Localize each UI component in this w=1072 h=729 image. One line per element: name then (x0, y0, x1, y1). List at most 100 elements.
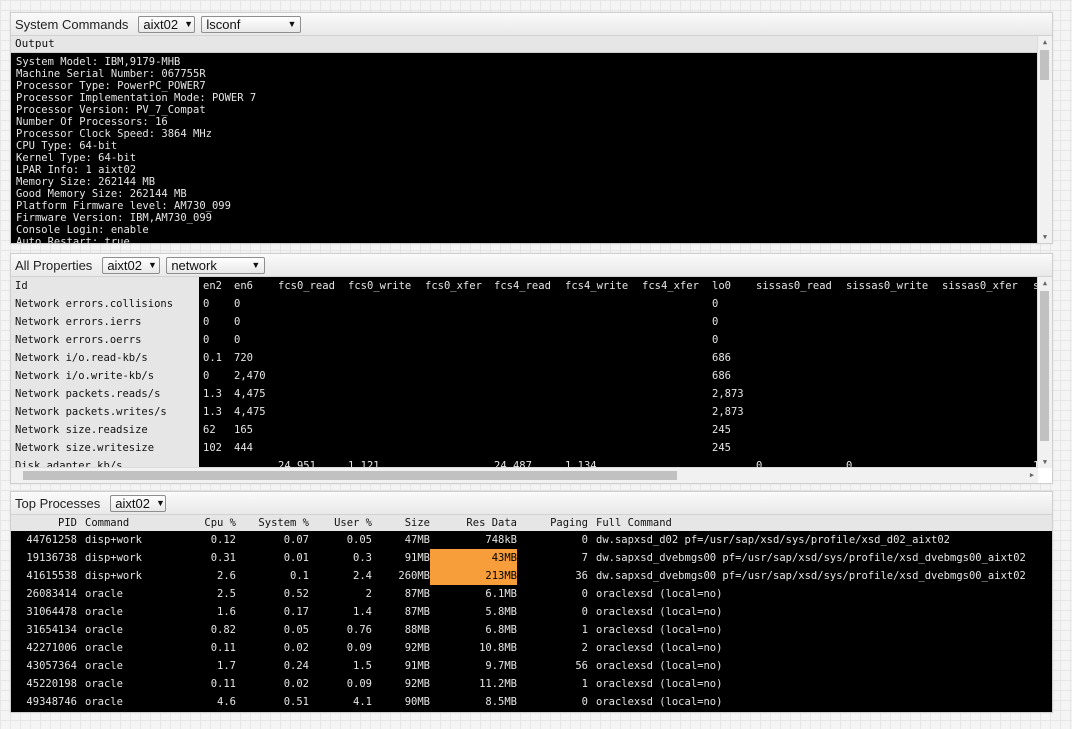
cell: 2,873 (712, 406, 744, 418)
process-row[interactable]: 31064478 oracle 1.6 0.17 1.4 87MB 5.8MB 0 oracle… (11, 603, 1052, 621)
cell-paging: 56 (575, 660, 588, 672)
arrow-right-icon[interactable]: ▶ (1026, 468, 1038, 483)
system-commands-header: System Commands aixt02 ▼ lsconf ▼ (11, 13, 1052, 36)
process-row[interactable]: 49348746 oracle 4.6 0.51 4.1 90MB 8.5MB 0 oracle… (11, 693, 1052, 711)
cell (938, 439, 1029, 457)
property-row: Network errors.oerrs 0 0 0 (11, 331, 1038, 349)
header-res-data[interactable]: Res Data (430, 515, 517, 531)
host-select[interactable]: aixt02 ▼ (110, 494, 167, 512)
cell-system: 0.52 (283, 588, 309, 600)
cell (421, 313, 490, 331)
cell: 2,873 (712, 388, 744, 400)
cell: 0 (234, 334, 241, 346)
cell (274, 403, 344, 421)
row-label: Network size.readsize (11, 421, 199, 439)
process-row[interactable]: 43057364 oracle 1.7 0.24 1.5 91MB 9.7MB 56 oracl… (11, 657, 1052, 675)
cell (274, 439, 344, 457)
cell-res-data: 213MB (430, 567, 517, 585)
cell (344, 421, 421, 439)
cell: en2 (203, 280, 222, 292)
property-row: Network packets.reads/s 1.3 4,475 2,873 (11, 385, 1038, 403)
cell: fcs4_xfer (642, 280, 699, 292)
cell-pid: 44761258 (26, 534, 77, 546)
property-row: Network errors.ierrs 0 0 0 (11, 313, 1038, 331)
cell (638, 421, 708, 439)
arrow-down-icon[interactable]: ▼ (1038, 231, 1052, 243)
property-row: Network i/o.read-kb/s 0.1 720 686 (11, 349, 1038, 367)
cell-system: 0.01 (283, 552, 309, 564)
cell-cpu: 2.5 (217, 588, 236, 600)
command-select[interactable]: lsconf ▼ (201, 15, 302, 33)
cell (842, 313, 938, 331)
chevron-down-icon: ▼ (155, 498, 165, 508)
cell-paging: 0 (581, 696, 588, 708)
cell (638, 367, 708, 385)
header-size[interactable]: Size (372, 515, 430, 531)
header-full-command[interactable]: Full Command (588, 515, 1052, 531)
properties-hscrollbar[interactable]: ◀ ▶ (11, 467, 1038, 483)
process-row[interactable]: 19136738 disp+work 0.31 0.01 0.3 91MB 43MB 7 dw.… (11, 549, 1052, 567)
output-line: Processor Type: PowerPC_POWER7 (16, 80, 206, 92)
process-row[interactable]: 26083414 oracle 2.5 0.52 2 87MB 6.1MB 0 oraclexs… (11, 585, 1052, 603)
cell (752, 349, 842, 367)
cell (638, 295, 708, 313)
header-cpu[interactable]: Cpu % (169, 515, 236, 531)
cell: 62 (203, 424, 216, 436)
process-row[interactable]: 42271006 oracle 0.11 0.02 0.09 92MB 10.8MB 2 ora… (11, 639, 1052, 657)
process-row[interactable]: 31654134 oracle 0.82 0.05 0.76 88MB 6.8MB 1 orac… (11, 621, 1052, 639)
host-select[interactable]: aixt02 ▼ (138, 15, 196, 33)
cell (490, 403, 561, 421)
cell: 444 (234, 442, 253, 454)
cell-size: 92MB (404, 678, 430, 690)
output-line: Machine Serial Number: 067755R (16, 68, 206, 80)
cell-command: oracle (85, 660, 123, 672)
header-paging[interactable]: Paging (517, 515, 588, 531)
arrow-up-icon[interactable]: ▲ (1038, 36, 1052, 48)
cell: fcs0_write (348, 280, 412, 292)
cell-paging: 7 (581, 552, 588, 564)
category-select[interactable]: network ▼ (166, 256, 266, 274)
cell: 686 (712, 370, 731, 382)
cell-full-command: dw.sapxsd_dvebmgs00 pf=/usr/sap/xsd/sys/… (596, 552, 1026, 564)
header-command[interactable]: Command (77, 515, 169, 531)
cell-pid: 45220198 (26, 678, 77, 690)
arrow-up-icon[interactable]: ▲ (1038, 277, 1052, 289)
arrow-down-icon[interactable]: ▼ (1038, 456, 1052, 468)
cell-res-data: 10.8MB (479, 642, 517, 654)
cell: 0 (234, 316, 241, 328)
cell (752, 403, 842, 421)
process-row[interactable]: 44761258 disp+work 0.12 0.07 0.05 47MB 748kB 0 d… (11, 531, 1052, 549)
cell-size: 47MB (404, 534, 430, 546)
scroll-thumb[interactable] (1040, 291, 1049, 441)
cell-user: 0.05 (346, 534, 372, 546)
header-user[interactable]: User % (309, 515, 372, 531)
header-pid[interactable]: PID (11, 515, 77, 531)
cell (344, 367, 421, 385)
header-system[interactable]: System % (236, 515, 309, 531)
output-line: CPU Type: 64-bit (16, 140, 118, 152)
properties-vscrollbar[interactable]: ▲ ▼ (1037, 277, 1052, 468)
cell (842, 439, 938, 457)
cell-full-command: oraclexsd (local=no) (596, 624, 723, 636)
cell (938, 331, 1029, 349)
cell-user: 1.4 (353, 606, 372, 618)
cell (842, 349, 938, 367)
cell (842, 367, 938, 385)
process-row[interactable]: 41615538 disp+work 2.6 0.1 2.4 260MB 213MB 36 dw… (11, 567, 1052, 585)
cell-res-data: 11.2MB (479, 678, 517, 690)
cell: 245 (712, 424, 731, 436)
cell (490, 439, 561, 457)
cell (490, 349, 561, 367)
process-row[interactable]: 45220198 oracle 0.11 0.02 0.09 92MB 11.2MB 1 ora… (11, 675, 1052, 693)
cell (274, 367, 344, 385)
cell: 245 (712, 442, 731, 454)
cell: 0.1 (203, 352, 222, 364)
cell (490, 367, 561, 385)
scroll-thumb[interactable] (1040, 50, 1049, 80)
host-select[interactable]: aixt02 ▼ (102, 256, 161, 274)
output-line: Kernel Type: 64-bit (16, 152, 137, 164)
cell (274, 385, 344, 403)
output-label: Output (11, 36, 1038, 53)
scroll-thumb[interactable] (23, 471, 677, 480)
output-scrollbar[interactable]: ▲ ▼ (1037, 36, 1052, 243)
